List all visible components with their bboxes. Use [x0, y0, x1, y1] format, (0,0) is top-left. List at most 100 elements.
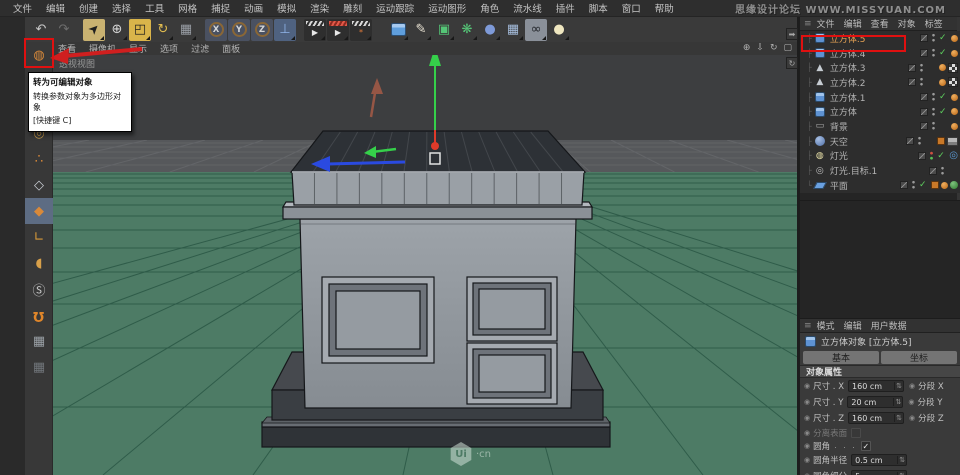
object-row[interactable]: ├ ▭ 背景 [800, 119, 960, 134]
object-row[interactable]: ├ ◎ 灯光.目标.1 [800, 163, 960, 178]
rotate-icon[interactable]: ↻ [152, 19, 174, 41]
phong-tag-icon[interactable] [939, 64, 946, 72]
keyframe-dot-icon[interactable]: ◉ [804, 429, 810, 437]
move-icon[interactable]: ⊕ [106, 19, 128, 41]
keyframe-dot-icon[interactable]: ◉ [909, 414, 915, 422]
live-selection-icon[interactable]: ➤ [83, 18, 105, 41]
visibility-dots-icon[interactable] [931, 106, 936, 117]
menu-item-14[interactable]: 流水线 [506, 1, 549, 15]
compositing-tag-icon[interactable] [937, 137, 945, 146]
edges-mode-icon[interactable]: ◇ [25, 172, 53, 198]
object-row[interactable]: ├ 立方体.1 ✓ [800, 90, 960, 105]
viewport-canvas[interactable] [53, 42, 797, 475]
phong-tag-icon[interactable] [941, 181, 948, 189]
checker-tag-icon[interactable] [948, 62, 958, 73]
scale-icon[interactable]: ◰ [129, 18, 151, 41]
visibility-dots-icon[interactable] [919, 62, 924, 73]
green-tag-icon[interactable] [950, 181, 958, 190]
lock-y-icon[interactable]: Y [228, 18, 250, 41]
add-floor-icon[interactable]: ▦ [502, 19, 524, 41]
render-check-icon[interactable]: ✓ [937, 151, 947, 161]
render-settings-icon[interactable]: * [350, 18, 372, 41]
rotate-view-icon[interactable]: ↻ [770, 43, 778, 53]
layer-swatch-icon[interactable] [906, 137, 914, 146]
stepper-icon[interactable]: ⇅ [894, 382, 903, 390]
menu-item-17[interactable]: 窗口 [615, 1, 648, 15]
attr-menu-2[interactable]: 用户数据 [871, 319, 907, 332]
render-check-icon[interactable]: ✓ [919, 180, 929, 190]
om-menu-3[interactable]: 对象 [898, 17, 916, 30]
last-tool-icon[interactable]: ▦ [175, 19, 197, 41]
add-camera-icon[interactable]: ∞ [525, 18, 547, 41]
phong-tag-icon[interactable] [939, 78, 946, 86]
viewport-menu-1[interactable]: 摄像机 [89, 42, 116, 55]
menu-item-15[interactable]: 插件 [549, 1, 582, 15]
menu-item-8[interactable]: 模拟 [270, 1, 303, 15]
viewport-menu-3[interactable]: 选项 [160, 42, 178, 55]
layer-swatch-icon[interactable] [900, 181, 908, 190]
render-check-icon[interactable]: ✓ [939, 107, 949, 117]
toggle-view-icon[interactable]: ▢ [783, 43, 792, 53]
visibility-dots-icon[interactable] [931, 48, 936, 59]
attr-menu-0[interactable]: 模式 [817, 319, 835, 332]
compositing-tag-icon[interactable] [931, 181, 939, 190]
phong-tag-icon[interactable] [951, 34, 958, 42]
layer-swatch-icon[interactable] [920, 93, 928, 102]
viewport-menu-2[interactable]: 显示 [129, 42, 147, 55]
menu-item-1[interactable]: 编辑 [39, 1, 72, 15]
phong-tag-icon[interactable] [951, 49, 958, 57]
render-check-icon[interactable]: ✓ [939, 33, 949, 43]
add-cube-icon[interactable] [387, 19, 409, 41]
render-picture-viewer-icon[interactable]: ▶ [327, 18, 349, 41]
object-row[interactable]: ├ 天空 [800, 134, 960, 149]
attribute-value-field[interactable]: 0.5 cm ⇅ [851, 454, 908, 466]
object-row[interactable]: ├ ▲ 立方体.2 [800, 75, 960, 90]
menu-item-9[interactable]: 渲染 [303, 1, 336, 15]
visibility-dots-icon[interactable] [931, 121, 936, 132]
redo-icon[interactable]: ↷ [53, 19, 75, 41]
om-menu-4[interactable]: 标签 [925, 17, 943, 30]
menu-item-6[interactable]: 捕捉 [204, 1, 237, 15]
polygons-mode-icon[interactable]: ◆ [25, 198, 53, 224]
render-check-icon[interactable]: ✓ [939, 92, 949, 102]
menu-item-2[interactable]: 创建 [72, 1, 105, 15]
attribute-value-field[interactable]: 5⇅ [851, 470, 908, 475]
keyframe-dot-icon[interactable]: ◉ [804, 414, 810, 422]
attribute-checkbox[interactable] [851, 427, 862, 438]
workplane-auto-icon[interactable]: ▦ [25, 354, 53, 380]
stepper-icon[interactable]: ⇅ [894, 414, 903, 422]
visibility-dots-icon[interactable] [917, 136, 922, 147]
attr-burger-icon[interactable]: ≡ [804, 321, 812, 331]
visibility-dots-icon[interactable] [940, 165, 945, 176]
panel-arrow-icon[interactable]: ➡ [786, 28, 798, 40]
menu-item-12[interactable]: 运动图形 [421, 1, 473, 15]
menu-item-11[interactable]: 运动跟踪 [369, 1, 421, 15]
menu-item-13[interactable]: 角色 [473, 1, 506, 15]
menu-item-7[interactable]: 动画 [237, 1, 270, 15]
attribute-checkbox[interactable]: ✓ [860, 440, 871, 451]
layer-swatch-icon[interactable] [908, 78, 916, 87]
viewport-menu-5[interactable]: 面板 [222, 42, 240, 55]
keyframe-dot-icon[interactable]: ◉ [804, 398, 810, 406]
keyframe-dot-icon[interactable]: ◉ [909, 382, 915, 390]
lock-x-icon[interactable]: X [205, 18, 227, 41]
visibility-dots-icon[interactable] [931, 92, 936, 103]
menu-item-3[interactable]: 选择 [105, 1, 138, 15]
pan-view-icon[interactable]: ⊕ [743, 43, 751, 53]
add-effector-icon[interactable]: ❋ [456, 19, 478, 41]
menu-item-16[interactable]: 脚本 [582, 1, 615, 15]
add-environment-icon[interactable]: ● [479, 19, 501, 41]
om-menu-0[interactable]: 文件 [817, 17, 835, 30]
layer-swatch-icon[interactable] [929, 166, 937, 175]
keyframe-dot-icon[interactable]: ◉ [804, 382, 810, 390]
lock-z-icon[interactable]: Z [251, 18, 273, 41]
attribute-value-field[interactable]: 20 cm ⇅ [847, 396, 904, 408]
render-check-icon[interactable]: ✓ [939, 48, 949, 58]
attr-tab-0[interactable]: 基本 [803, 351, 879, 364]
render-view-icon[interactable]: ▶ [304, 18, 326, 41]
object-row[interactable]: ├ ▲ 立方体.3 [800, 60, 960, 75]
menu-item-18[interactable]: 帮助 [648, 1, 681, 15]
zoom-view-icon[interactable]: ⇩ [756, 43, 764, 53]
photo-tag-icon[interactable] [947, 136, 958, 146]
phong-tag-icon[interactable] [951, 122, 958, 130]
